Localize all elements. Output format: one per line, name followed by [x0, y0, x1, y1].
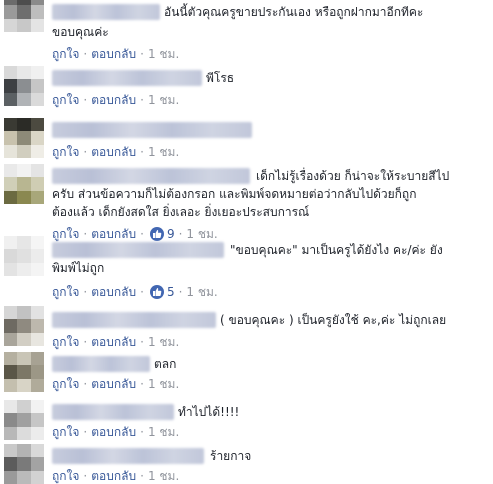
separator: ·: [178, 227, 183, 241]
comment-text: ทำไปได้!!!!: [178, 405, 240, 419]
separator: ·: [140, 227, 144, 241]
like-link[interactable]: ถูกใจ: [52, 376, 79, 392]
timestamp[interactable]: 1 ชม.: [148, 424, 179, 440]
separator: ·: [83, 145, 88, 159]
comment-text: เด็กไม่รู้เรื่องด้วย ก็น่าจะให้ระบายสีไป: [256, 169, 450, 183]
separator: ·: [140, 285, 144, 299]
avatar[interactable]: [4, 66, 44, 106]
reply-link[interactable]: ตอบกลับ: [91, 376, 136, 392]
separator: ·: [140, 469, 144, 483]
comment-text: พิมพ์ไม่ถูก: [52, 261, 105, 275]
like-link[interactable]: ถูกใจ: [52, 92, 79, 108]
avatar[interactable]: [4, 118, 44, 158]
avatar[interactable]: [4, 236, 44, 276]
commenter-name[interactable]: [52, 168, 250, 184]
like-link[interactable]: ถูกใจ: [52, 226, 79, 242]
avatar[interactable]: [4, 352, 44, 392]
commenter-name[interactable]: [52, 122, 252, 138]
commenter-name[interactable]: [52, 404, 174, 420]
comment-text: ตลก: [154, 357, 177, 371]
commenter-name[interactable]: [52, 312, 216, 328]
commenter-name[interactable]: [52, 70, 202, 86]
reply-link[interactable]: ตอบกลับ: [91, 144, 136, 160]
timestamp[interactable]: 1 ชม.: [148, 376, 179, 392]
separator: ·: [83, 93, 88, 107]
like-link[interactable]: ถูกใจ: [52, 144, 79, 160]
avatar[interactable]: [4, 306, 44, 346]
timestamp[interactable]: 1 ชม.: [148, 334, 179, 350]
avatar[interactable]: [4, 164, 44, 204]
comment-actions: ถูกใจ · ตอบกลับ · 1 ชม.: [52, 376, 179, 392]
like-count: 9: [166, 227, 175, 241]
thumbs-up-icon: [149, 227, 164, 241]
separator: ·: [83, 469, 88, 483]
thumbs-up-icon: [149, 285, 164, 299]
timestamp[interactable]: 1 ชม.: [148, 468, 179, 484]
like-count-badge[interactable]: 5: [149, 284, 175, 300]
comment-text: ขอบคุณค่ะ: [52, 25, 109, 39]
timestamp[interactable]: 1 ชม.: [148, 144, 179, 160]
separator: ·: [178, 285, 183, 299]
timestamp[interactable]: 1 ชม.: [148, 92, 179, 108]
separator: ·: [83, 377, 88, 391]
commenter-name[interactable]: [52, 356, 150, 372]
separator: ·: [83, 47, 88, 61]
comment-actions: ถูกใจ · ตอบกลับ · 9 · 1 ชม.: [52, 226, 218, 242]
separator: ·: [83, 227, 88, 241]
like-link[interactable]: ถูกใจ: [52, 284, 79, 300]
like-link[interactable]: ถูกใจ: [52, 46, 79, 62]
separator: ·: [83, 335, 88, 349]
reply-link[interactable]: ตอบกลับ: [91, 226, 136, 242]
reply-link[interactable]: ตอบกลับ: [91, 92, 136, 108]
separator: ·: [83, 425, 88, 439]
comment-actions: ถูกใจ · ตอบกลับ · 1 ชม.: [52, 334, 179, 350]
comment-actions: ถูกใจ · ตอบกลับ · 1 ชม.: [52, 424, 179, 440]
like-count: 5: [166, 285, 175, 299]
commenter-name[interactable]: [52, 242, 224, 258]
comment-text: ครับ ส่วนข้อความก็ไม่ต้องกรอก และพิมพ์จด…: [52, 187, 417, 201]
like-link[interactable]: ถูกใจ: [52, 334, 79, 350]
like-link[interactable]: ถูกใจ: [52, 424, 79, 440]
comment-actions: ถูกใจ · ตอบกลับ · 1 ชม.: [52, 468, 179, 484]
timestamp[interactable]: 1 ชม.: [148, 46, 179, 62]
separator: ·: [140, 47, 144, 61]
timestamp[interactable]: 1 ชม.: [186, 284, 217, 300]
comment-actions: ถูกใจ · ตอบกลับ · 1 ชม.: [52, 46, 179, 62]
commenter-name[interactable]: [52, 4, 160, 20]
comment-text: พีโรธ: [206, 71, 235, 85]
avatar[interactable]: [4, 400, 44, 440]
reply-link[interactable]: ตอบกลับ: [91, 334, 136, 350]
separator: ·: [83, 285, 88, 299]
like-count-badge[interactable]: 9: [149, 226, 175, 242]
like-link[interactable]: ถูกใจ: [52, 468, 79, 484]
commenter-name[interactable]: [52, 448, 204, 464]
separator: ·: [140, 145, 144, 159]
comment-actions: ถูกใจ · ตอบกลับ · 1 ชม.: [52, 144, 179, 160]
comment-text: "ขอบคุณคะ" มาเป็นครูได้ยังไง คะ/ค่ะ ยัง: [230, 243, 443, 257]
avatar[interactable]: [4, 444, 44, 484]
comment-text: ต้องแล้ว เด็กยังสดใส ยิ่งเลอะ ยิ่งเยอะปร…: [52, 205, 310, 219]
comment-actions: ถูกใจ · ตอบกลับ · 5 · 1 ชม.: [52, 284, 218, 300]
reply-link[interactable]: ตอบกลับ: [91, 46, 136, 62]
reply-link[interactable]: ตอบกลับ: [91, 468, 136, 484]
comment-actions: ถูกใจ · ตอบกลับ · 1 ชม.: [52, 92, 179, 108]
avatar[interactable]: [4, 0, 44, 32]
comment-text: อันนี้ตัวคุณครูขายประกันเอง หรือถูกฝากมา…: [164, 5, 424, 19]
separator: ·: [140, 335, 144, 349]
separator: ·: [140, 425, 144, 439]
reply-link[interactable]: ตอบกลับ: [91, 424, 136, 440]
separator: ·: [140, 93, 144, 107]
comment-text: ( ขอบคุณคะ ) เป็นครูยังใช้ คะ,ค่ะ ไม่ถูก…: [220, 313, 447, 327]
separator: ·: [140, 377, 144, 391]
comment-text: ร้ายกาจ: [210, 449, 252, 463]
reply-link[interactable]: ตอบกลับ: [91, 284, 136, 300]
timestamp[interactable]: 1 ชม.: [186, 226, 217, 242]
